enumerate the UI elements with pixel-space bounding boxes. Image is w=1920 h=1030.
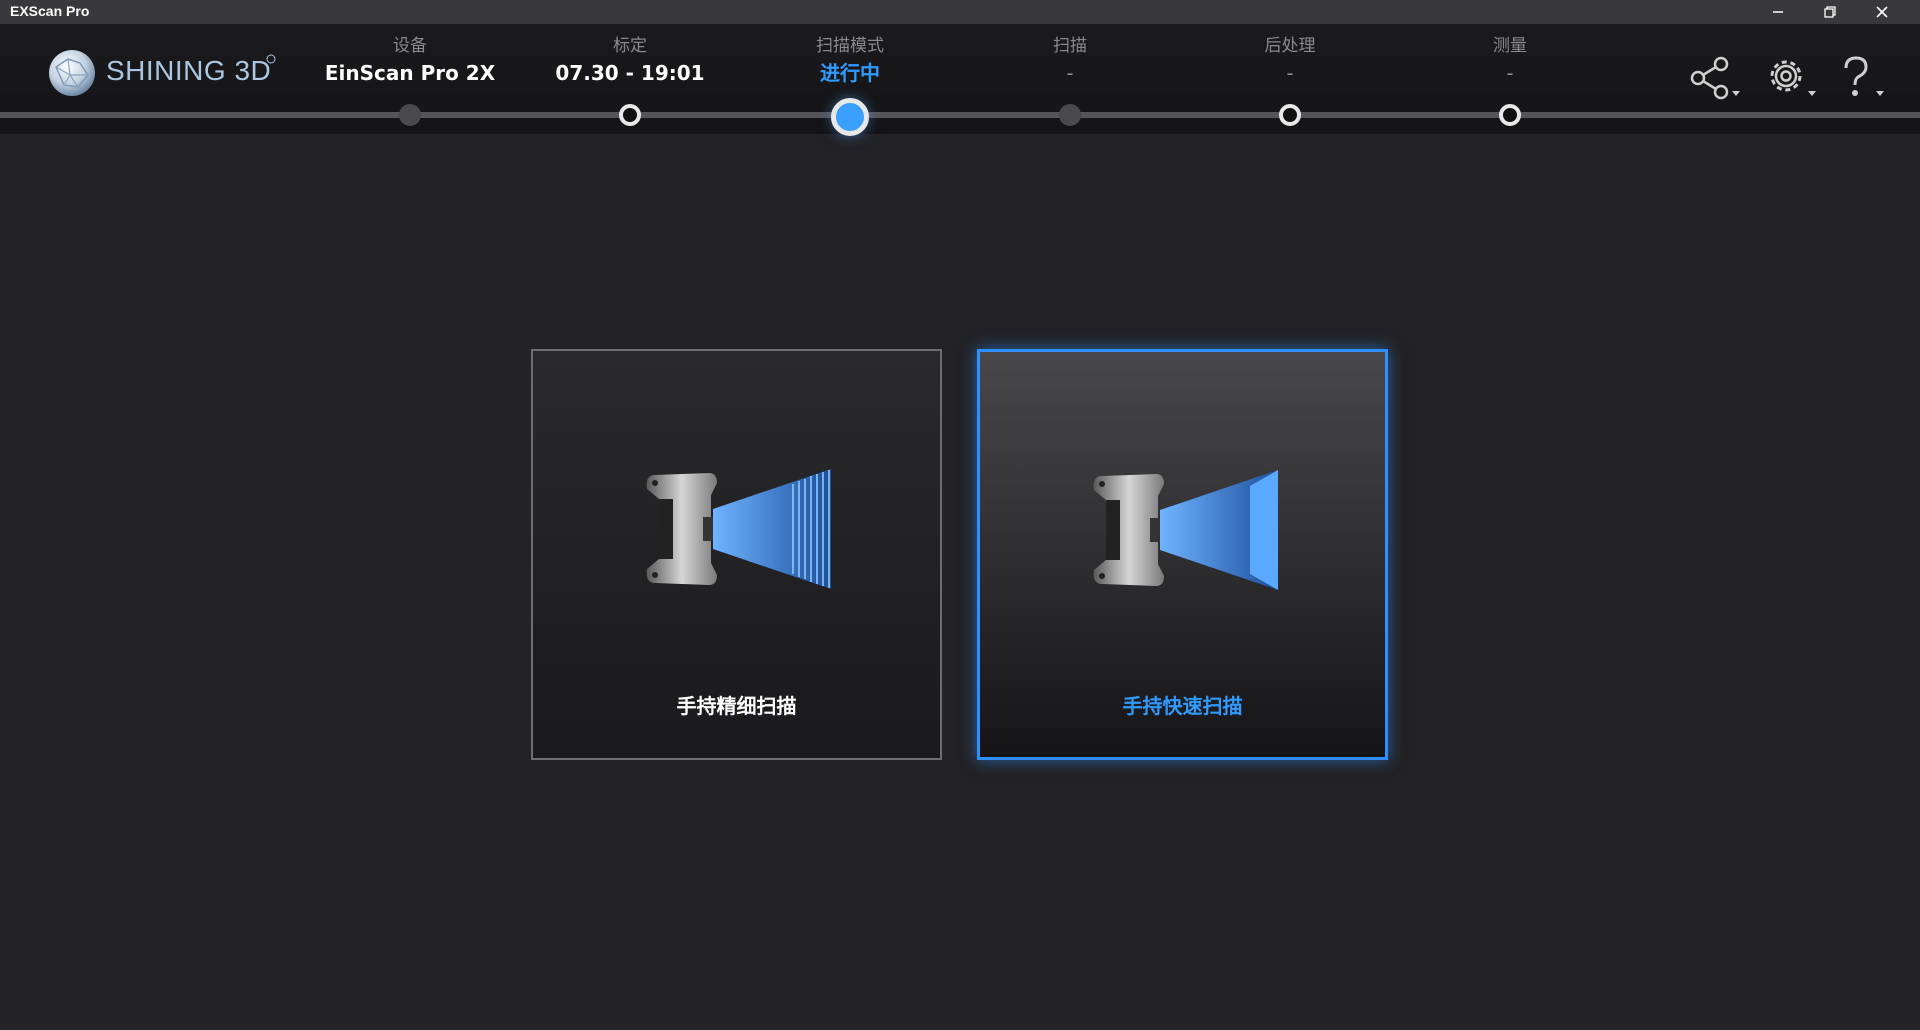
logo-globe-icon xyxy=(49,50,95,96)
step-dot-device[interactable] xyxy=(399,104,421,126)
mode-card-handheld-hd-scan[interactable]: 手持精细扫描 xyxy=(531,349,942,760)
minimize-button[interactable] xyxy=(1752,0,1804,24)
title-bar: EXScan Pro xyxy=(0,0,1920,24)
close-button[interactable] xyxy=(1856,0,1908,24)
step-value: 进行中 xyxy=(820,61,880,85)
step-value: - xyxy=(1066,61,1074,85)
logo: SHINING 3D xyxy=(48,49,288,97)
logo-text: SHINING 3D xyxy=(106,55,272,86)
step-value: EinScan Pro 2X xyxy=(324,61,496,85)
header: SHINING 3D 设备 EinScan Pro 2X 标定 07.30 - … xyxy=(0,24,1920,136)
step-label: 扫描 xyxy=(1053,36,1087,56)
help-icon xyxy=(1844,56,1884,96)
step-post-processing[interactable]: 后处理 - xyxy=(1190,34,1390,88)
share-icon xyxy=(1690,56,1740,100)
step-dot-calibration[interactable] xyxy=(619,104,641,126)
step-dot-measurement[interactable] xyxy=(1499,104,1521,126)
scanner-hd-icon xyxy=(646,469,831,589)
step-dot-scan-mode[interactable] xyxy=(831,98,869,136)
progress-track xyxy=(0,112,1920,118)
settings-button[interactable] xyxy=(1762,54,1822,102)
step-label: 设备 xyxy=(393,36,427,56)
share-button[interactable] xyxy=(1686,54,1746,102)
gear-icon xyxy=(1770,60,1816,96)
step-measurement[interactable]: 测量 - xyxy=(1410,34,1610,88)
step-dot-post-processing[interactable] xyxy=(1279,104,1301,126)
step-dot-scan[interactable] xyxy=(1059,104,1081,126)
close-icon xyxy=(1876,6,1888,18)
mode-label: 手持快速扫描 xyxy=(1122,694,1243,718)
step-value: 07.30 - 19:01 xyxy=(555,61,705,85)
step-label: 标定 xyxy=(613,36,647,56)
restore-icon xyxy=(1824,6,1836,18)
app-title: EXScan Pro xyxy=(10,3,90,19)
registered-mark-icon xyxy=(266,54,276,64)
step-label: 测量 xyxy=(1493,36,1527,56)
help-button[interactable] xyxy=(1838,54,1898,102)
step-scan-mode[interactable]: 扫描模式 进行中 xyxy=(750,34,950,88)
mode-card-handheld-rapid-scan[interactable]: 手持快速扫描 xyxy=(977,349,1388,760)
step-device[interactable]: 设备 EinScan Pro 2X xyxy=(310,34,510,88)
step-value: - xyxy=(1286,61,1294,85)
step-label: 后处理 xyxy=(1264,36,1316,56)
mode-label: 手持精细扫描 xyxy=(676,694,797,718)
step-calibration[interactable]: 标定 07.30 - 19:01 xyxy=(530,34,730,88)
step-label: 扫描模式 xyxy=(816,36,884,56)
scanner-rapid-icon xyxy=(1093,470,1278,590)
step-value: - xyxy=(1506,61,1514,85)
step-scan[interactable]: 扫描 - xyxy=(970,34,1170,88)
minimize-icon xyxy=(1773,11,1783,13)
restore-button[interactable] xyxy=(1804,0,1856,24)
